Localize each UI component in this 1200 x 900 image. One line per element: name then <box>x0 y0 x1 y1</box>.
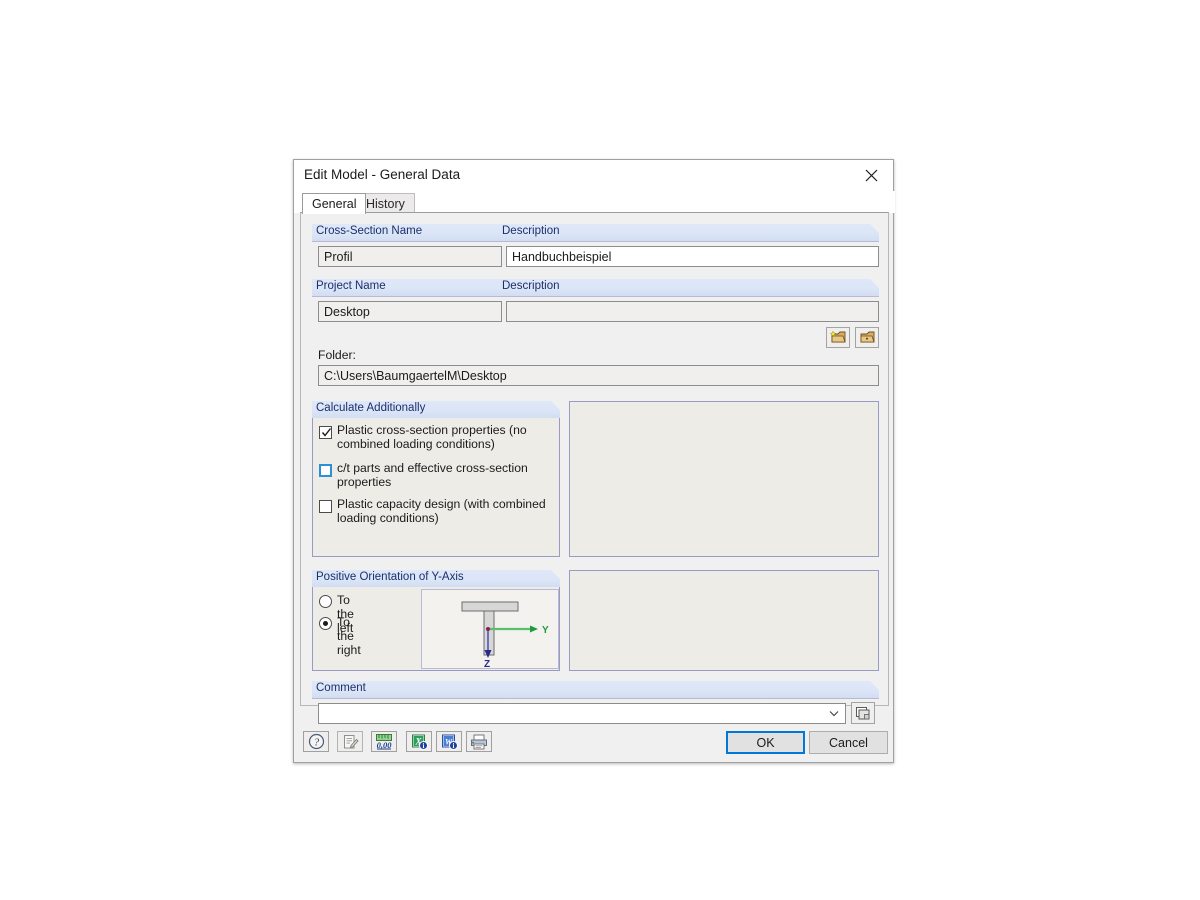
edit-model-dialog: Edit Model - General Data General Histor… <box>293 159 895 763</box>
checkbox-label: c/t parts and effective cross-section pr… <box>337 461 528 489</box>
tabstrip: General History <box>294 191 895 214</box>
dialog-titlebar[interactable]: Edit Model - General Data <box>294 160 893 191</box>
comment-title: Comment <box>316 682 366 694</box>
project-name-input[interactable]: Desktop <box>318 301 502 322</box>
cross-section-description-label: Description <box>502 225 560 237</box>
help-button[interactable]: ? <box>303 731 329 752</box>
radio-circle[interactable] <box>319 595 332 608</box>
project-band-underline <box>312 296 879 297</box>
folder-path-input[interactable]: C:\Users\BaumgaertelM\Desktop <box>318 365 879 386</box>
cross-section-name-input[interactable]: Profil <box>318 246 502 267</box>
tab-general-label: General <box>312 197 357 211</box>
units-button[interactable]: 0,00 <box>371 731 397 752</box>
project-description-label: Description <box>502 280 560 292</box>
cross-section-description-input[interactable]: Handbuchbeispiel <box>506 246 879 267</box>
svg-text:Y: Y <box>542 625 549 636</box>
properties-preview-panel-upper <box>569 401 879 557</box>
ok-button[interactable]: OK <box>726 731 805 754</box>
checkbox-box[interactable] <box>319 500 332 513</box>
units-decimal-icon: 0,00 <box>376 734 392 750</box>
folder-label: Folder: <box>318 348 356 362</box>
question-mark-icon: ? <box>308 733 324 750</box>
radio-dot <box>323 621 328 626</box>
cancel-button[interactable]: Cancel <box>809 731 888 754</box>
svg-text:Z: Z <box>484 659 490 668</box>
comment-input[interactable] <box>318 703 846 724</box>
checkbox-label: Plastic capacity design (with combined l… <box>337 497 546 525</box>
y-axis-orientation-group: To the left To the right Y Z <box>312 587 560 671</box>
radio-label: To the right <box>337 615 361 657</box>
svg-text:i: i <box>422 742 424 750</box>
word-export-icon: W i <box>441 734 458 750</box>
calculate-additionally-band: Calculate Additionally <box>312 401 560 418</box>
excel-export-icon: X i <box>411 734 428 750</box>
checkbox-label: Plastic cross-section properties (no com… <box>337 423 527 451</box>
new-folder-icon[interactable] <box>826 327 850 348</box>
checkbox-box[interactable] <box>319 426 332 439</box>
calculate-additionally-group: Plastic cross-section properties (no com… <box>312 418 560 557</box>
svg-text:i: i <box>452 742 454 750</box>
browse-folder-icon[interactable] <box>855 327 879 348</box>
calculate-additionally-title: Calculate Additionally <box>316 402 426 414</box>
excel-export-button[interactable]: X i <box>406 731 432 752</box>
tab-history-label: History <box>366 197 405 211</box>
printout-report-icon <box>471 734 487 749</box>
notepad-pencil-icon <box>343 734 359 748</box>
cross-section-band-underline <box>312 241 879 242</box>
check-icon <box>321 428 332 437</box>
checkbox-box[interactable] <box>319 464 332 477</box>
y-axis-orientation-band: Positive Orientation of Y-Axis <box>312 570 560 587</box>
printout-report-button[interactable] <box>466 731 492 752</box>
project-description-input[interactable] <box>506 301 879 322</box>
project-name-label: Project Name <box>316 280 386 292</box>
y-axis-orientation-title: Positive Orientation of Y-Axis <box>316 571 464 583</box>
chevron-down-icon[interactable] <box>825 704 843 723</box>
project-band: Project Name Description <box>312 279 879 296</box>
svg-text:?: ? <box>313 737 319 748</box>
t-section-preview: Y Z <box>421 589 559 670</box>
comment-band-underline <box>312 698 879 699</box>
comment-band: Comment <box>312 681 879 698</box>
ok-button-label: OK <box>756 735 775 750</box>
word-export-button[interactable]: W i <box>436 731 462 752</box>
properties-preview-panel-lower <box>569 570 879 671</box>
cross-section-band: Cross-Section Name Description <box>312 224 879 241</box>
radio-circle[interactable] <box>319 617 332 630</box>
tab-general[interactable]: General <box>302 193 367 214</box>
cancel-button-label: Cancel <box>829 735 868 750</box>
close-icon[interactable] <box>849 160 893 190</box>
cross-section-name-label: Cross-Section Name <box>316 225 423 237</box>
comment-library-icon[interactable] <box>851 702 875 724</box>
general-tab-panel: Cross-Section Name Description Profil Ha… <box>300 212 889 724</box>
dialog-title: Edit Model - General Data <box>304 167 461 182</box>
edit-note-button[interactable] <box>337 731 363 752</box>
